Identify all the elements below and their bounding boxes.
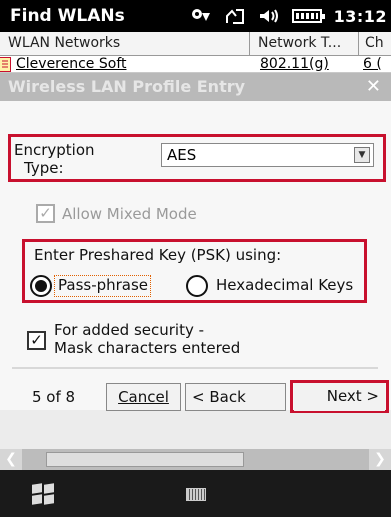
encryption-type-value: AES	[167, 146, 197, 164]
list-header: WLAN Networks Network T... Ch	[0, 32, 391, 56]
wlan-name: Cleverence Soft	[16, 56, 127, 72]
radio-passphrase[interactable]	[30, 275, 52, 297]
mask-characters-checkbox[interactable]: ✓	[27, 331, 46, 350]
column-header-network-type[interactable]: Network T...	[250, 32, 359, 56]
scrollbar-thumb[interactable]	[46, 452, 244, 467]
dialog-title-bar: Wireless LAN Profile Entry ✕	[0, 73, 391, 101]
volume-icon[interactable]	[258, 7, 280, 25]
close-icon[interactable]: ✕	[366, 76, 381, 97]
divider	[12, 367, 378, 369]
status-bar: Find WLANs 13:12	[0, 0, 391, 32]
radio-passphrase-label[interactable]: Pass-phrase	[58, 276, 148, 294]
encryption-label-line1: Encryption	[14, 141, 95, 159]
scroll-right-icon[interactable]: ❯	[369, 449, 391, 470]
encryption-label-line2: Type:	[24, 159, 64, 177]
status-icons: 13:12	[190, 0, 387, 32]
next-button[interactable]: Next >	[294, 383, 385, 411]
signal-icon[interactable]	[224, 7, 246, 25]
keyboard-icon[interactable]	[186, 488, 206, 501]
battery-icon[interactable]	[291, 9, 325, 23]
dialog-title: Wireless LAN Profile Entry	[8, 77, 246, 96]
app-title: Find WLANs	[10, 6, 125, 26]
psk-heading: Enter Preshared Key (PSK) using:	[34, 246, 282, 264]
scroll-left-icon[interactable]: ❮	[0, 449, 22, 470]
mask-characters-label: For added security - Mask characters ent…	[54, 321, 240, 357]
column-header-channel[interactable]: Ch	[359, 32, 391, 56]
mask-label-line2: Mask characters entered	[54, 339, 241, 357]
back-button[interactable]: < Back	[185, 383, 286, 411]
encryption-type-select[interactable]: AES ▼	[161, 143, 374, 167]
clock[interactable]: 13:12	[334, 7, 387, 26]
taskbar	[0, 470, 391, 517]
wlan-profile-icon	[0, 57, 11, 72]
mask-label-line1: For added security -	[54, 321, 205, 339]
column-header-wlan[interactable]: WLAN Networks	[0, 32, 250, 56]
encryption-type-label: Encryption Type:	[14, 141, 95, 177]
horizontal-scrollbar[interactable]: ❮ ❯	[0, 449, 391, 470]
cancel-button[interactable]: Cancel	[106, 383, 181, 411]
allow-mixed-mode-checkbox[interactable]: ✓	[36, 204, 55, 223]
wireless-lan-profile-dialog: Wireless LAN Profile Entry ✕ Encryption …	[0, 72, 391, 413]
chevron-down-icon[interactable]: ▼	[354, 147, 370, 163]
allow-mixed-mode-label: Allow Mixed Mode	[62, 205, 197, 223]
screen: Find WLANs 13:12 WLAN Networks Network T…	[0, 0, 391, 517]
radio-hex-keys-label[interactable]: Hexadecimal Keys	[216, 276, 353, 294]
page-indicator: 5 of 8	[32, 388, 76, 406]
network-icon[interactable]	[190, 7, 212, 25]
windows-start-icon[interactable]	[32, 483, 56, 506]
radio-hex-keys[interactable]	[186, 275, 208, 297]
